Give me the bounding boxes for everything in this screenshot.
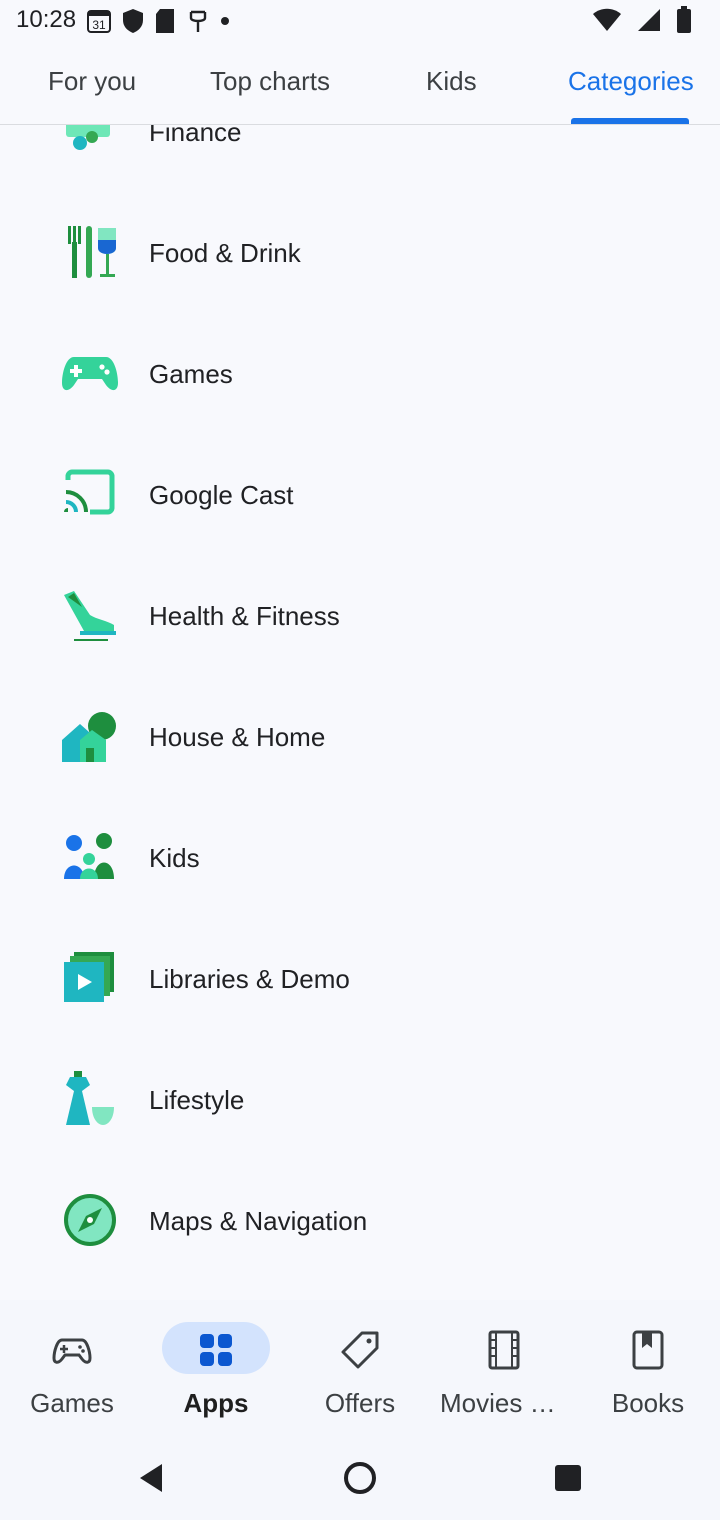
sneaker-icon bbox=[64, 591, 116, 641]
category-item-health-fitness[interactable]: Health & Fitness bbox=[0, 557, 720, 678]
category-item-lifestyle[interactable]: Lifestyle bbox=[0, 1041, 720, 1162]
shield-icon bbox=[123, 9, 143, 33]
home-icon[interactable] bbox=[340, 1458, 380, 1498]
category-list: Finance Food & Drink Games Google Cast H… bbox=[0, 124, 720, 1300]
bottom-nav-label: Offers bbox=[324, 1388, 396, 1418]
calendar-icon: 31 bbox=[87, 10, 111, 33]
bottom-nav-label: Movies & TV bbox=[440, 1388, 576, 1418]
category-label: Health & Fitness bbox=[149, 601, 340, 631]
usb-icon bbox=[189, 10, 207, 32]
top-tabs: For you Top charts Kids Categories bbox=[0, 44, 720, 125]
tag-icon bbox=[341, 1331, 379, 1369]
tab-top-charts[interactable]: Top charts bbox=[210, 66, 330, 97]
active-tab-indicator bbox=[571, 118, 689, 124]
wifi-icon bbox=[593, 8, 621, 31]
tab-for-you[interactable]: For you bbox=[48, 66, 136, 97]
status-bar: 10:28 31 bbox=[0, 0, 720, 44]
bottom-nav-games[interactable]: Games bbox=[0, 1300, 144, 1436]
cast-icon bbox=[64, 469, 115, 515]
compass-icon bbox=[64, 1194, 116, 1246]
lifestyle-icon bbox=[66, 1071, 114, 1125]
status-time: 10:28 bbox=[16, 6, 77, 33]
system-navigation-bar bbox=[0, 1436, 720, 1520]
category-label: Games bbox=[149, 359, 233, 389]
back-icon[interactable] bbox=[132, 1458, 172, 1498]
finance-icon bbox=[66, 124, 110, 150]
library-icon bbox=[64, 952, 114, 1002]
bottom-navigation: Games Apps Offers Movies & TV Books bbox=[0, 1300, 720, 1436]
category-label: House & Home bbox=[149, 722, 326, 752]
signal-icon bbox=[638, 9, 660, 31]
category-item-house-home[interactable]: House & Home bbox=[0, 678, 720, 799]
category-label: Google Cast bbox=[149, 480, 294, 510]
bottom-nav-label: Apps bbox=[183, 1388, 249, 1418]
apps-grid-icon bbox=[200, 1334, 232, 1366]
category-item-kids[interactable]: Kids bbox=[0, 799, 720, 920]
house-icon bbox=[62, 712, 116, 762]
category-item-finance[interactable]: Finance bbox=[0, 124, 720, 194]
category-label: Libraries & Demo bbox=[149, 964, 350, 994]
calendar-day: 31 bbox=[92, 18, 106, 32]
notification-icons: 31 bbox=[86, 8, 230, 34]
category-label: Finance bbox=[149, 124, 242, 147]
food-drink-icon bbox=[68, 226, 116, 278]
bottom-nav-offers[interactable]: Offers bbox=[288, 1300, 432, 1436]
dot-icon bbox=[221, 17, 229, 25]
gamepad-icon bbox=[62, 357, 118, 391]
tab-categories[interactable]: Categories bbox=[568, 66, 694, 97]
film-icon bbox=[488, 1330, 520, 1370]
category-label: Kids bbox=[149, 843, 200, 873]
category-item-libraries-demo[interactable]: Libraries & Demo bbox=[0, 920, 720, 1041]
bottom-nav-movies-tv[interactable]: Movies & TV bbox=[432, 1300, 576, 1436]
gamepad-icon bbox=[52, 1338, 92, 1364]
bottom-nav-label: Books bbox=[611, 1388, 685, 1418]
kids-icon bbox=[64, 833, 114, 879]
category-label: Food & Drink bbox=[149, 238, 301, 268]
category-label: Maps & Navigation bbox=[149, 1206, 368, 1236]
category-item-maps-navigation[interactable]: Maps & Navigation bbox=[0, 1162, 720, 1283]
status-right-icons bbox=[592, 6, 692, 34]
sd-card-icon bbox=[156, 9, 174, 33]
book-icon bbox=[632, 1330, 664, 1370]
category-label: Lifestyle bbox=[149, 1085, 245, 1115]
battery-icon bbox=[677, 6, 691, 33]
category-item-games[interactable]: Games bbox=[0, 315, 720, 436]
bottom-nav-label: Games bbox=[30, 1388, 114, 1418]
recents-icon[interactable] bbox=[548, 1458, 588, 1498]
tab-kids[interactable]: Kids bbox=[426, 66, 477, 97]
bottom-nav-books[interactable]: Books bbox=[576, 1300, 720, 1436]
bottom-nav-apps[interactable]: Apps bbox=[144, 1300, 288, 1436]
category-item-google-cast[interactable]: Google Cast bbox=[0, 436, 720, 557]
category-item-food-drink[interactable]: Food & Drink bbox=[0, 194, 720, 315]
